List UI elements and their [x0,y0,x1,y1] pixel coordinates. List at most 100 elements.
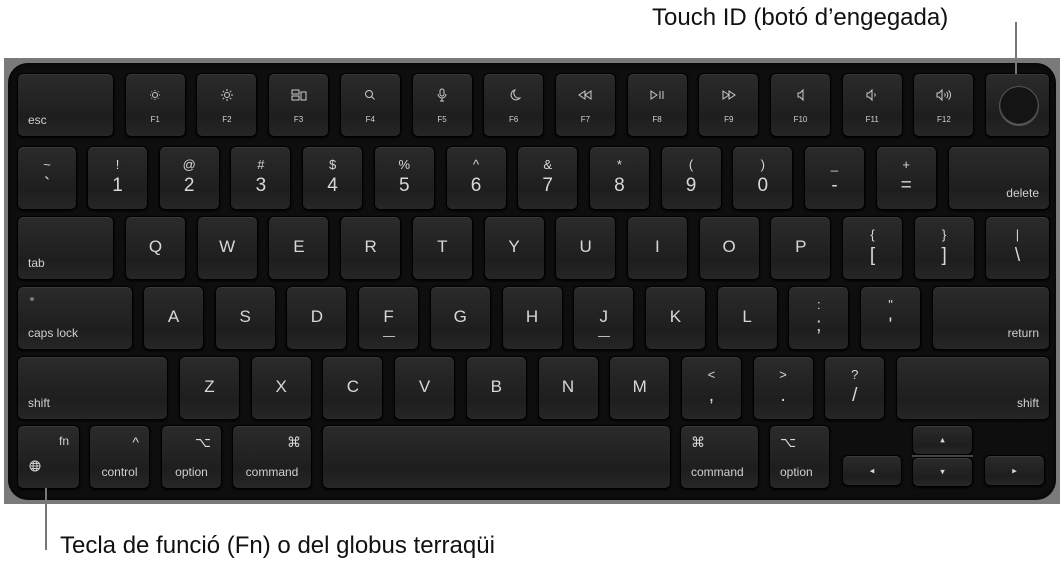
key-f3[interactable]: F3 [268,73,330,137]
key-number-11[interactable]: _ - [804,146,865,210]
key-f4[interactable]: F4 [339,73,401,137]
key-shift-left[interactable]: shift [17,356,168,420]
key-symbol-13[interactable]: | \ [985,216,1050,280]
key-control-left[interactable]: ^ control [89,425,150,489]
key-shift-label: { [870,227,875,242]
key-f9[interactable]: F9 [698,73,760,137]
key-number-0[interactable]: ~ ` [17,146,77,210]
key-symbol-9[interactable]: >. [752,356,814,420]
left-arrow-key[interactable]: ◂ [842,455,902,486]
key-f7[interactable]: F7 [554,73,616,137]
key-command-right[interactable]: ⌘ command [680,425,759,489]
key-c[interactable]: C [322,356,384,420]
key-return[interactable]: return [931,286,1050,350]
key-symbol-11[interactable]: " ' [860,286,921,350]
key-number-7[interactable]: & 7 [517,146,579,210]
key-number-8[interactable]: * 8 [588,146,650,210]
key-t[interactable]: T [411,216,473,280]
key-label: W [219,237,236,256]
key-option-left[interactable]: ⌥ option [161,425,222,489]
key-f12[interactable]: F12 [913,73,975,137]
space-bar[interactable] [322,425,671,489]
key-n[interactable]: N [537,356,599,420]
key-esc[interactable]: esc [17,73,114,137]
key-q[interactable]: Q [125,216,186,280]
key-number-4[interactable]: $4 [302,146,364,210]
key-shift-label: ? [851,367,859,382]
key-label: R [364,237,377,256]
key-label: Q [148,237,163,256]
key-label: esc [28,113,47,127]
down-arrow-key[interactable]: ▾ [912,457,973,487]
key-f2[interactable]: F2 [196,73,258,137]
key-delete[interactable]: delete [947,146,1050,210]
key-l[interactable]: L [716,286,778,350]
key-label: shift [1016,396,1039,410]
key-number-5[interactable]: % 5 [373,146,435,210]
key-shift-label: " [888,297,893,312]
volume-down-icon [843,88,902,104]
key-option-right[interactable]: ⌥ option [769,425,830,489]
key-f5[interactable]: F5 [411,73,473,137]
key-number-2[interactable]: @2 [158,146,220,210]
key-r[interactable]: R [340,216,402,280]
key-symbol-10[interactable]: :; [788,286,850,350]
key-a[interactable]: A [143,286,204,350]
key-p[interactable]: P [770,216,832,280]
key-f8[interactable]: F8 [626,73,688,137]
key-f6[interactable]: F6 [483,73,545,137]
key-f[interactable]: F [358,286,420,350]
key-number-12[interactable]: + = [875,146,937,210]
key-caps-lock[interactable]: caps lock [17,286,133,350]
key-shift-label: # [257,157,265,172]
key-number-9[interactable]: (9 [660,146,722,210]
key-label: C [346,377,360,396]
key-f10[interactable]: F10 [770,73,831,137]
arrow-divider [912,455,973,457]
key-h[interactable]: H [501,286,563,350]
key-label: U [579,237,592,256]
key-o[interactable]: O [698,216,760,280]
volume-up-icon [914,88,973,104]
key-b[interactable]: B [465,356,527,420]
key-g[interactable]: G [429,286,491,350]
touch-id-button[interactable] [985,73,1051,137]
key-u[interactable]: U [555,216,617,280]
key-e[interactable]: E [268,216,330,280]
key-m[interactable]: M [609,356,671,420]
key-tab[interactable]: tab [17,216,114,280]
key-s[interactable]: S [214,286,276,350]
key-f1[interactable]: F1 [124,73,186,137]
mute-icon [771,88,830,104]
key-label: 0 [757,175,769,196]
key-label: caps lock [28,326,79,340]
up-arrow-key[interactable]: ▴ [912,425,973,455]
key-shift-right[interactable]: shift [896,356,1050,420]
key-d[interactable]: D [286,286,348,350]
key-number-6[interactable]: ^ 6 [445,146,507,210]
key-symbol-10[interactable]: ? / [824,356,886,420]
key-number-3[interactable]: #3 [230,146,292,210]
key-fn-left[interactable]: fn [17,425,80,489]
key-number-1[interactable]: ! 1 [87,146,148,210]
key-j[interactable]: J [573,286,635,350]
key-symbol-12[interactable]: }] [913,216,975,280]
right-arrow-key[interactable]: ▸ [984,455,1045,486]
key-command-left[interactable]: ⌘ command [232,425,312,489]
key-label: L [742,307,752,326]
key-label: ; [816,315,822,336]
brightness-down-icon [126,88,185,104]
key-z[interactable]: Z [179,356,240,420]
key-shift-label: ) [760,157,765,172]
key-y[interactable]: Y [483,216,545,280]
key-x[interactable]: X [250,356,312,420]
key-w[interactable]: W [196,216,258,280]
key-symbol-8[interactable]: <, [680,356,742,420]
key-label: control [101,465,138,479]
key-i[interactable]: I [626,216,688,280]
key-v[interactable]: V [394,356,456,420]
key-f11[interactable]: F11 [841,73,903,137]
key-symbol-11[interactable]: {[ [842,216,903,280]
key-number-10[interactable]: ) 0 [732,146,794,210]
key-k[interactable]: K [644,286,706,350]
